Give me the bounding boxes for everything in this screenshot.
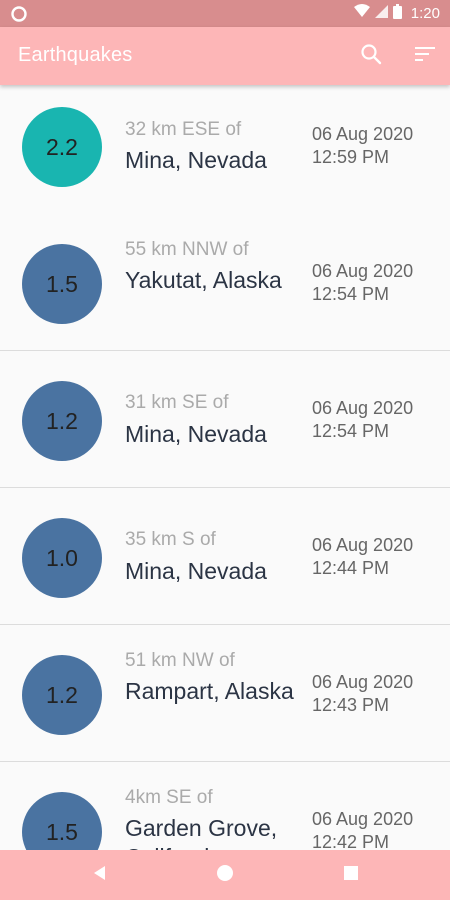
- magnitude-circle: 1.0: [22, 518, 102, 598]
- quake-date: 06 Aug 2020: [312, 124, 414, 144]
- search-icon: [360, 43, 382, 70]
- circle-notification-icon: [11, 6, 27, 22]
- earthquake-row[interactable]: 1.2 51 km NW of Rampart, Alaska 06 Aug 2…: [0, 625, 450, 762]
- primary-location: Mina, Nevada: [125, 147, 267, 173]
- quake-date: 06 Aug 2020: [312, 261, 414, 281]
- primary-location: Mina, Nevada: [125, 421, 267, 447]
- primary-location: Mina, Nevada: [125, 558, 267, 584]
- quake-date: 06 Aug 2020: [312, 809, 414, 829]
- primary-location: Rampart, Alaska: [125, 678, 294, 704]
- location-offset: 55 km NNW of: [125, 239, 249, 260]
- back-button[interactable]: [86, 862, 112, 888]
- location-offset: 51 km NW of: [125, 650, 235, 671]
- home-button[interactable]: [212, 862, 238, 888]
- location-offset: 32 km ESE of: [125, 119, 242, 140]
- quake-time: 12:43 PM: [312, 695, 390, 715]
- earthquake-row[interactable]: 1.2 31 km SE of Mina, Nevada 06 Aug 2020…: [0, 351, 450, 488]
- quake-time: 12:42 PM: [312, 832, 390, 850]
- magnitude-circle: 1.2: [22, 655, 102, 735]
- signal-icon: [374, 4, 388, 23]
- primary-location: Garden Grove, California: [125, 815, 278, 850]
- battery-icon: [392, 3, 402, 24]
- quake-date: 06 Aug 2020: [312, 535, 414, 555]
- location-offset: 4km SE of: [125, 787, 213, 808]
- quake-time: 12:59 PM: [312, 147, 390, 167]
- app-bar: Earthquakes: [0, 27, 450, 85]
- quake-date: 06 Aug 2020: [312, 398, 414, 418]
- status-bar: 1:20: [0, 0, 450, 27]
- magnitude-circle: 2.2: [22, 107, 102, 187]
- quake-time: 12:54 PM: [312, 421, 390, 441]
- earthquake-list[interactable]: 2.2 32 km ESE of Mina, Nevada 06 Aug 202…: [0, 85, 450, 850]
- status-time: 1:20: [410, 5, 440, 22]
- earthquake-row[interactable]: 2.2 32 km ESE of Mina, Nevada 06 Aug 202…: [0, 85, 450, 222]
- recents-icon: [343, 865, 359, 886]
- earthquake-row[interactable]: 1.5 55 km NNW of Yakutat, Alaska 06 Aug …: [0, 214, 450, 351]
- magnitude-circle: 1.5: [22, 792, 102, 850]
- sort-button[interactable]: [411, 42, 439, 70]
- home-icon: [216, 864, 234, 887]
- magnitude-circle: 1.5: [22, 244, 102, 324]
- location-offset: 31 km SE of: [125, 392, 229, 413]
- earthquake-row[interactable]: 1.0 35 km S of Mina, Nevada 06 Aug 2020 …: [0, 488, 450, 625]
- recents-button[interactable]: [338, 862, 364, 888]
- search-button[interactable]: [357, 42, 385, 70]
- sort-icon: [415, 46, 435, 67]
- earthquake-row[interactable]: 1.5 4km SE of Garden Grove, California 0…: [0, 762, 450, 850]
- wifi-icon: [353, 4, 370, 23]
- quake-date: 06 Aug 2020: [312, 672, 414, 692]
- magnitude-circle: 1.2: [22, 381, 102, 461]
- app-title: Earthquakes: [18, 44, 133, 66]
- back-icon: [92, 865, 106, 886]
- location-offset: 35 km S of: [125, 529, 216, 550]
- navigation-bar: [0, 850, 450, 900]
- quake-time: 12:44 PM: [312, 558, 390, 578]
- quake-time: 12:54 PM: [312, 284, 390, 304]
- primary-location: Yakutat, Alaska: [125, 267, 282, 293]
